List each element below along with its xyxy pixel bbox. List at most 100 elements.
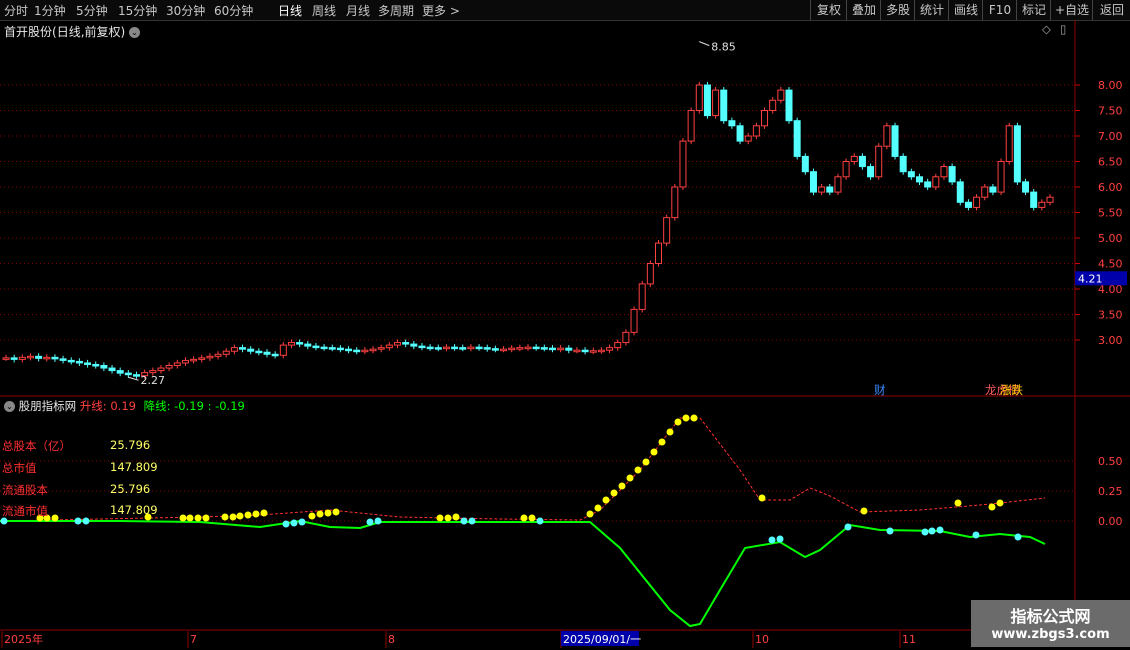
badge-rise-fall[interactable]: 涨跌 bbox=[1000, 382, 1023, 398]
down-signal-dot bbox=[298, 518, 306, 526]
candle-body bbox=[638, 283, 646, 310]
price-tick-label: 7.00 bbox=[1098, 130, 1123, 143]
candle-body bbox=[149, 370, 157, 374]
candle-body bbox=[10, 357, 18, 360]
candle-body bbox=[956, 181, 964, 203]
candle-body bbox=[328, 347, 336, 350]
candle-body bbox=[540, 347, 548, 350]
up-signal-dot bbox=[51, 514, 59, 522]
current-price-text: 4.21 bbox=[1078, 272, 1103, 285]
indicator-header: ⌄ 股朋指标网 升线: 0.19 降线: -0.19 : -0.19 bbox=[4, 398, 245, 414]
price-tick-label: 7.50 bbox=[1098, 105, 1123, 118]
up-signal-dot bbox=[658, 438, 666, 446]
x-axis-label: 2025/09/01/一 bbox=[563, 633, 641, 646]
candle-body bbox=[467, 346, 475, 350]
down-signal-dot bbox=[82, 517, 90, 525]
up-signal-dot bbox=[642, 458, 650, 466]
candle-body bbox=[402, 342, 410, 345]
candle-body bbox=[59, 358, 67, 361]
candle-body bbox=[279, 344, 287, 356]
chevron-down-icon[interactable]: ⌄ bbox=[4, 401, 15, 412]
candle-body bbox=[214, 353, 222, 357]
value-float-shares: 25.796 bbox=[110, 482, 151, 496]
candle-body bbox=[442, 346, 450, 350]
candle-body bbox=[646, 263, 654, 285]
candle-body bbox=[287, 342, 295, 346]
candle-body bbox=[973, 196, 981, 208]
candle-body bbox=[712, 89, 720, 117]
badge-finance[interactable]: 财 bbox=[874, 382, 886, 398]
candle-body bbox=[826, 186, 834, 193]
candle-body bbox=[410, 343, 418, 347]
candle-body bbox=[67, 359, 75, 363]
candle-body bbox=[671, 186, 679, 219]
candle-body bbox=[336, 347, 344, 351]
up-signal-dot bbox=[602, 496, 610, 504]
up-signal-dot bbox=[452, 513, 460, 521]
up-signal-dot bbox=[758, 494, 766, 502]
x-axis-label: 7 bbox=[190, 633, 197, 646]
down-signal-dot bbox=[282, 520, 290, 528]
candle-body bbox=[614, 342, 622, 349]
candle-body bbox=[108, 367, 116, 372]
up-signal-dot bbox=[618, 482, 626, 490]
candle-body bbox=[801, 155, 809, 173]
up-signal-dot bbox=[610, 489, 618, 497]
candle-body bbox=[320, 346, 328, 350]
candle-body bbox=[451, 346, 459, 350]
down-signal-dot bbox=[972, 531, 980, 539]
candle-body bbox=[1005, 125, 1013, 163]
candle-body bbox=[434, 347, 442, 350]
candle-body bbox=[255, 350, 263, 354]
up-signal-dot bbox=[332, 508, 340, 516]
candle-body bbox=[92, 363, 100, 367]
down-signal-dot bbox=[468, 517, 476, 525]
high-marker-line bbox=[699, 41, 710, 47]
down-signal-dot bbox=[290, 519, 298, 527]
candle-body bbox=[858, 155, 866, 168]
candle-body bbox=[1030, 191, 1038, 208]
candle-body bbox=[728, 120, 736, 127]
low-marker-label: 2.27 bbox=[141, 374, 166, 387]
candle-body bbox=[736, 125, 744, 142]
down-signal-dot bbox=[768, 536, 776, 544]
value-total-shares: 25.796 bbox=[110, 438, 151, 452]
candle-body bbox=[924, 181, 932, 188]
candle-body bbox=[43, 356, 51, 360]
candle-body bbox=[695, 84, 703, 111]
candle-body bbox=[1022, 181, 1030, 193]
down-signal-dot bbox=[776, 535, 784, 543]
candle-body bbox=[190, 358, 198, 362]
candle-body bbox=[206, 355, 214, 359]
label-total-shares: 总股本（亿） bbox=[2, 439, 71, 453]
candle-body bbox=[769, 99, 777, 112]
up-signal-dot bbox=[594, 504, 602, 512]
candle-body bbox=[532, 346, 540, 350]
candle-body bbox=[597, 349, 605, 353]
down-signal-dot bbox=[921, 528, 929, 536]
candle-body bbox=[932, 176, 940, 188]
candle-body bbox=[35, 355, 43, 359]
candle-body bbox=[622, 331, 630, 344]
up-signal-dot bbox=[194, 514, 202, 522]
candle-body bbox=[850, 155, 858, 162]
candle-body bbox=[483, 347, 491, 350]
candle-body bbox=[459, 347, 467, 350]
candle-body bbox=[2, 357, 10, 360]
candle-body bbox=[1038, 201, 1046, 208]
candle-body bbox=[361, 349, 369, 353]
up-signal-dot bbox=[690, 414, 698, 422]
candle-body bbox=[271, 353, 279, 357]
down-signal-dot bbox=[1014, 533, 1022, 541]
candle-body bbox=[720, 89, 728, 122]
watermark-url: www.zbgs3.com bbox=[991, 627, 1110, 642]
up-line-label: 升线: bbox=[79, 399, 107, 413]
down-signal-dot bbox=[74, 517, 82, 525]
candle-body bbox=[353, 349, 361, 353]
candle-body bbox=[663, 217, 671, 244]
x-axis-label: 11 bbox=[902, 633, 916, 646]
candle-body bbox=[157, 367, 165, 372]
up-signal-dot bbox=[260, 509, 268, 517]
candle-body bbox=[230, 347, 238, 352]
down-signal-dot bbox=[886, 527, 894, 535]
